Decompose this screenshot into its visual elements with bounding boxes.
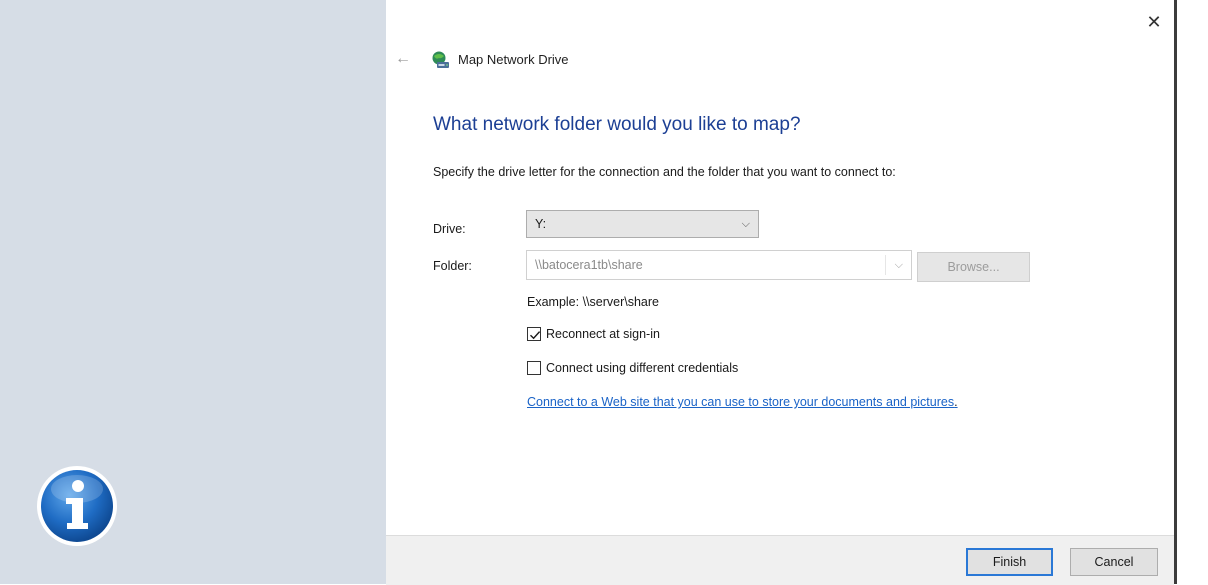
web-site-link[interactable]: Connect to a Web site that you can use t… (527, 395, 958, 409)
network-drive-icon (432, 51, 449, 68)
dialog-heading: What network folder would you like to ma… (433, 114, 801, 135)
close-icon[interactable]: ✕ (1142, 10, 1166, 34)
back-arrow-icon[interactable]: ← (392, 48, 414, 70)
cancel-button[interactable]: Cancel (1070, 548, 1158, 576)
web-site-link-period: . (954, 395, 958, 409)
drive-select-value: Y: (535, 217, 547, 231)
different-credentials-checkbox-row[interactable]: Connect using different credentials (527, 361, 738, 375)
drive-label: Drive: (433, 222, 466, 236)
chevron-down-icon[interactable]: ⌵ (895, 251, 903, 279)
dialog-footer: Finish Cancel (386, 535, 1174, 585)
folder-divider (885, 255, 886, 275)
left-background-panel (0, 0, 386, 584)
folder-label: Folder: (433, 259, 472, 273)
web-site-link-text[interactable]: Connect to a Web site that you can use t… (527, 395, 954, 409)
folder-input-value: \\batocera1tb\share (535, 258, 643, 272)
different-credentials-label: Connect using different credentials (546, 361, 739, 375)
reconnect-checkbox[interactable] (527, 327, 541, 341)
browse-button[interactable]: Browse... (917, 252, 1030, 282)
drive-select[interactable]: Y: ⌵ (526, 210, 759, 238)
info-icon (37, 466, 117, 546)
right-gutter (1177, 0, 1208, 584)
dialog-title: Map Network Drive (458, 52, 569, 67)
folder-combobox[interactable]: \\batocera1tb\share ⌵ (526, 250, 912, 280)
chevron-down-icon: ⌵ (741, 218, 750, 230)
reconnect-label: Reconnect at sign-in (546, 327, 660, 341)
map-network-drive-dialog: ✕ ← Map Network Drive What network folde… (386, 0, 1174, 585)
reconnect-checkbox-row[interactable]: Reconnect at sign-in (527, 327, 660, 341)
instructions-text: Specify the drive letter for the connect… (433, 165, 896, 179)
finish-button[interactable]: Finish (966, 548, 1053, 576)
different-credentials-checkbox[interactable] (527, 361, 541, 375)
example-text: Example: \\server\share (527, 295, 659, 309)
checkmark-icon (530, 331, 541, 340)
